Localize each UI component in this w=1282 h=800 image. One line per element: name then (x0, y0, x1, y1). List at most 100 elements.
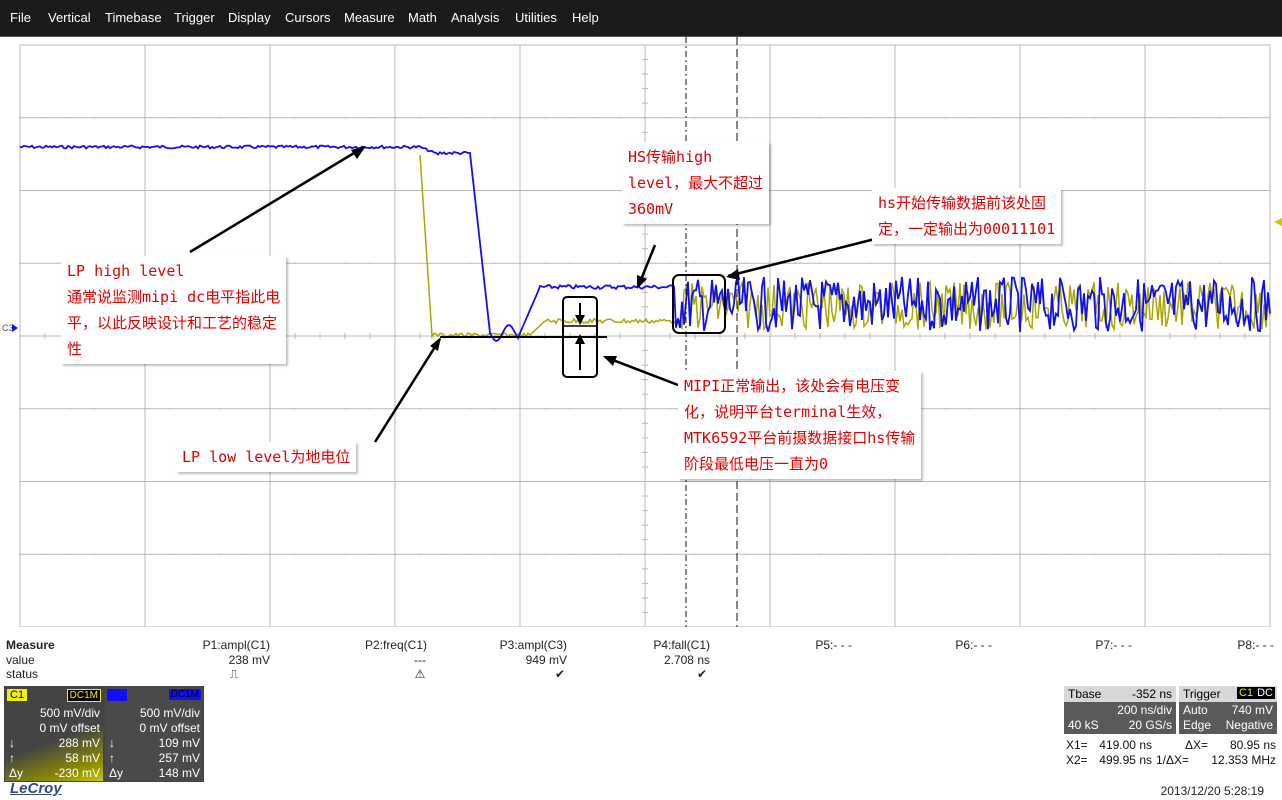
graticule-dot (319, 262, 321, 265)
graticule-dot (794, 480, 796, 483)
p1-name[interactable]: P1:ampl(C1) (203, 638, 270, 652)
menu-trigger[interactable]: Trigger (174, 10, 215, 25)
graticule-dot (1169, 116, 1171, 119)
annotation-lp-high: LP high level 通常说监测mipi dc电平指此电 平，以此反映设计… (61, 256, 287, 364)
p4-name[interactable]: P4:fall(C1) (653, 638, 710, 652)
trigger-type: Edge (1183, 718, 1212, 732)
menu-file[interactable]: File (10, 10, 31, 25)
graticule-dot (469, 116, 471, 119)
graticule-dot (669, 335, 671, 337)
c1-up-value: 58 mV (65, 751, 100, 765)
graticule-dot (1269, 189, 1271, 192)
graticule-dot (144, 480, 146, 483)
p3-name[interactable]: P3:ampl(C3) (500, 638, 567, 652)
trigger-level-marker[interactable] (1274, 218, 1282, 226)
graticule-dot (269, 553, 271, 556)
graticule-dot (594, 407, 596, 410)
trigger-label: Trigger (1183, 687, 1221, 701)
graticule-dot (1069, 262, 1071, 265)
graticule-dot (19, 553, 21, 556)
graticule-dot (844, 262, 846, 265)
graticule-dot (419, 335, 421, 337)
graticule-dot (169, 407, 171, 410)
measure-table[interactable]: Measure value status P1:ampl(C1) 238 mV … (0, 634, 1282, 686)
graticule-dot (569, 407, 571, 410)
menu-analysis[interactable]: Analysis (451, 10, 499, 25)
graticule-dot (19, 335, 21, 337)
waveform-display[interactable]: C3 LP high level 通常说监测mipi dc电平指此电 平，以此反… (0, 37, 1282, 633)
graticule-dot (1094, 262, 1096, 265)
menu-vertical[interactable]: Vertical (48, 10, 91, 25)
trigger-descriptor[interactable]: Trigger C1 DC Auto 740 mV Edge Negative (1179, 686, 1277, 734)
graticule-dot (294, 407, 296, 410)
c3-down-arrow-icon: ↓ (109, 736, 115, 750)
graticule-dot (544, 262, 546, 265)
p8-name[interactable]: P8:- - - (1237, 638, 1274, 652)
graticule-dot (394, 116, 396, 119)
graticule-dot (244, 553, 246, 556)
annotation-lp-high-line1: LP high level (67, 262, 185, 280)
p2-name[interactable]: P2:freq(C1) (365, 638, 427, 652)
graticule-dot (694, 553, 696, 556)
graticule-dot (1269, 335, 1271, 337)
graticule-dot (669, 407, 671, 410)
graticule-dot (369, 116, 371, 119)
arrow-lp-low (373, 338, 442, 443)
graticule-dot (444, 262, 446, 265)
p4-status: ✔ (696, 667, 708, 681)
p5-name[interactable]: P5:- - - (815, 638, 852, 652)
p7-name[interactable]: P7:- - - (1095, 638, 1132, 652)
graticule-dot (694, 480, 696, 483)
graticule-dot (1094, 116, 1096, 119)
graticule-dot (169, 116, 171, 119)
graticule-dot (519, 189, 521, 192)
p6-name[interactable]: P6:- - - (955, 638, 992, 652)
graticule-dot (994, 480, 996, 483)
channel-c3-descriptor[interactable]: C3 DC1M 500 mV/div 0 mV offset ↓ 109 mV … (104, 686, 204, 782)
graticule-dot (844, 335, 846, 337)
menu-help[interactable]: Help (572, 10, 599, 25)
graticule-dot (569, 553, 571, 556)
c3-ground-arrow (12, 324, 18, 332)
cursor-x2-label: X2= (1066, 753, 1088, 767)
graticule-dot (244, 407, 246, 410)
graticule-dot (219, 407, 221, 410)
graticule-dot (969, 407, 971, 410)
trigger-level: 740 mV (1231, 703, 1273, 717)
menu-timebase[interactable]: Timebase (105, 10, 162, 25)
menu-measure[interactable]: Measure (344, 10, 395, 25)
graticule-dot (519, 116, 521, 119)
menu-cursors[interactable]: Cursors (285, 10, 331, 25)
annotation-hs-start-line2: 定，一定输出为00011101 (878, 220, 1056, 238)
timebase-descriptor[interactable]: Tbase -352 ns 200 ns/div 40 kS 20 GS/s (1064, 686, 1176, 734)
graticule-dot (394, 553, 396, 556)
graticule-dot (719, 335, 721, 337)
annotation-lp-high-line4: 性 (67, 340, 83, 358)
menu-display[interactable]: Display (228, 10, 271, 25)
graticule-dot (294, 553, 296, 556)
trigger-slope: Negative (1225, 718, 1273, 732)
graticule-dot (894, 335, 896, 337)
graticule-dot (619, 480, 621, 483)
graticule-dot (394, 480, 396, 483)
graticule-dot (144, 553, 146, 556)
menu-utilities[interactable]: Utilities (515, 10, 557, 25)
graticule-dot (119, 553, 121, 556)
channel-c1-descriptor[interactable]: C1 DC1M 500 mV/div 0 mV offset ↓ 288 mV … (4, 686, 104, 782)
cursor-dx-label: ΔX= (1185, 738, 1209, 752)
graticule-dot (969, 480, 971, 483)
graticule-dot (1194, 553, 1196, 556)
graticule-dot (1244, 116, 1246, 119)
graticule-dot (44, 116, 46, 119)
graticule-dot (844, 189, 846, 192)
graticule-dot (644, 553, 646, 556)
graticule-dot (169, 480, 171, 483)
graticule-dot (519, 407, 521, 410)
menu-math[interactable]: Math (408, 10, 437, 25)
graticule-dot (844, 553, 846, 556)
graticule-dot (669, 480, 671, 483)
arrow-head-lp-low (430, 337, 441, 351)
graticule-dot (619, 553, 621, 556)
graticule-dot (1044, 480, 1046, 483)
graticule-dot (469, 189, 471, 192)
